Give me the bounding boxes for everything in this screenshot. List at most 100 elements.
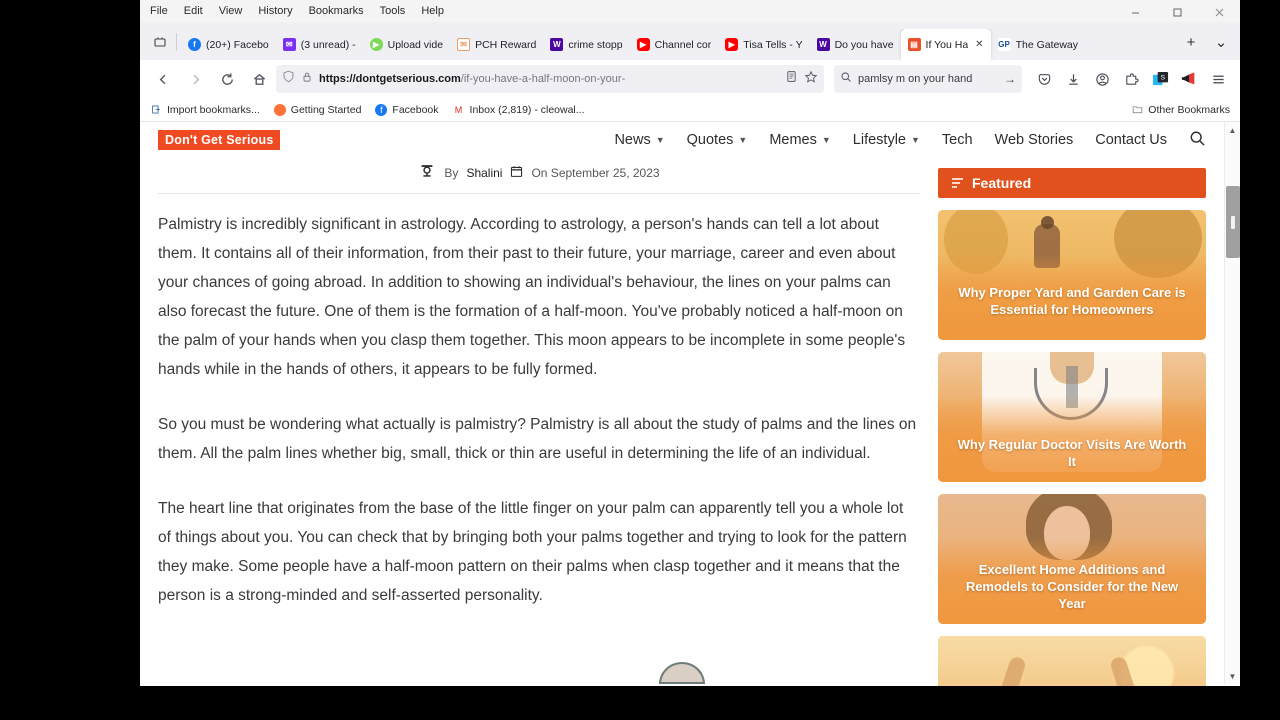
site-navigation: News ▼ Quotes ▼ Memes ▼ Lifestyle ▼ Tech… [614,130,1224,151]
content-wrapper: By Shalini On September 25, 2023 Palmist… [140,158,1224,686]
scrollbar-track[interactable] [1225,138,1240,668]
page-scrollbar[interactable]: ▲ ▼ [1224,122,1240,684]
bookmark-label: Import bookmarks... [167,103,260,116]
page-viewport: Don't Get Serious News ▼ Quotes ▼ Memes [140,122,1240,686]
scrollbar-thumb[interactable] [1226,186,1240,258]
tab-do-you-have[interactable]: W Do you have [810,29,901,60]
menu-item-history[interactable]: History [258,5,292,17]
chevron-down-icon: ▼ [738,135,748,145]
firefox-icon [273,103,286,116]
maximize-icon[interactable] [1156,0,1198,24]
article-paragraph: Palmistry is incredibly significant in a… [158,216,906,378]
nav-item-quotes[interactable]: Quotes ▼ [687,132,748,148]
tab-label: Upload vide [387,38,444,51]
nav-item-contact-us[interactable]: Contact Us [1095,132,1167,148]
tab-channel[interactable]: ▶ Channel cor [630,29,719,60]
addon-badge-icon[interactable]: S [1146,65,1174,93]
search-bar[interactable]: pamlsy m on your hand → [834,65,1022,93]
nav-label: Contact Us [1095,132,1167,148]
tab-mail[interactable]: ✉ (3 unread) - [276,29,363,60]
featured-card-title: Excellent Home Additions and Remodels to… [965,562,1179,611]
url-text[interactable]: https://dontgetserious.com/if-you-have-a… [319,73,779,85]
menu-item-edit[interactable]: Edit [184,5,203,17]
featured-card[interactable]: Excellent Home Additions and Remodels to… [938,494,1206,624]
nav-item-web-stories[interactable]: Web Stories [995,132,1074,148]
scroll-up-icon[interactable]: ▲ [1225,122,1241,138]
tab-gateway[interactable]: GP The Gateway [991,29,1085,60]
bookmark-inbox[interactable]: M Inbox (2,819) - cleowal... [452,103,585,116]
extensions-icon[interactable] [1117,65,1145,93]
nav-label: Tech [941,132,973,148]
youtube-icon: ▶ [725,38,739,51]
new-tab-button[interactable]: + [1176,27,1206,57]
site-logo[interactable]: Don't Get Serious [158,130,281,150]
menu-bar: File Edit View History Bookmarks Tools H… [140,0,1240,24]
menu-item-file[interactable]: File [150,5,168,17]
bookmark-getting-started[interactable]: Getting Started [273,103,361,116]
menu-item-help[interactable]: Help [421,5,444,17]
featured-card[interactable] [938,636,1206,686]
nav-item-memes[interactable]: Memes ▼ [769,132,830,148]
bookmarks-bar: Import bookmarks... Getting Started f Fa… [140,98,1240,122]
site-search-icon[interactable] [1189,130,1206,151]
menu-icon[interactable] [1204,65,1232,93]
page-content: Don't Get Serious News ▼ Quotes ▼ Memes [140,122,1224,686]
tab-upload-video[interactable]: ▶ Upload vide [363,29,450,60]
svg-text:S: S [1160,74,1165,81]
tab-label: If You Ha [925,38,969,51]
address-bar[interactable]: https://dontgetserious.com/if-you-have-a… [276,65,824,93]
bookmark-label: Inbox (2,819) - cleowal... [469,103,585,116]
reload-button[interactable] [212,64,242,94]
back-button[interactable] [148,64,178,94]
facebook-icon: f [188,38,201,51]
shield-icon[interactable] [282,70,295,88]
chevron-down-icon: ▼ [910,135,920,145]
article: By Shalini On September 25, 2023 Palmist… [158,158,920,686]
forward-button[interactable] [180,64,210,94]
featured-card[interactable]: Why Proper Yard and Garden Care is Essen… [938,210,1206,340]
list-all-tabs-icon[interactable] [146,27,174,57]
nav-item-news[interactable]: News ▼ [614,132,664,148]
nav-item-lifestyle[interactable]: Lifestyle ▼ [853,132,920,148]
home-button[interactable] [244,64,274,94]
tab-pch-rewards[interactable]: ✉ PCH Reward [450,29,543,60]
tab-if-you-have-active[interactable]: ▤ If You Ha ✕ [900,29,991,60]
divider [158,193,920,194]
pocket-icon[interactable] [1030,65,1058,93]
close-icon[interactable] [1198,0,1240,24]
account-icon[interactable] [1088,65,1116,93]
nav-item-tech[interactable]: Tech [942,132,973,148]
menu-item-view[interactable]: View [219,5,243,17]
bookmark-import[interactable]: Import bookmarks... [150,103,260,116]
reader-view-icon[interactable] [785,70,798,88]
search-go-icon[interactable]: → [1004,72,1016,86]
other-bookmarks[interactable]: Other Bookmarks [1131,103,1230,116]
featured-card[interactable]: Why Regular Doctor Visits Are Worth It [938,352,1206,482]
menu-item-tools[interactable]: Tools [380,5,406,17]
download-icon[interactable] [1059,65,1087,93]
list-icon [952,178,963,188]
megaphone-icon[interactable] [1175,65,1203,93]
navigation-toolbar: https://dontgetserious.com/if-you-have-a… [140,60,1240,98]
tab-label: PCH Reward [475,38,537,51]
lock-icon[interactable] [301,70,313,88]
nav-label: Lifestyle [852,132,906,148]
close-tab-icon[interactable]: ✕ [973,39,983,50]
sidebar: Featured Why Proper Yard and Garden Care… [938,158,1206,686]
tab-facebook[interactable]: f (20+) Facebo [181,29,276,60]
bookmark-facebook[interactable]: f Facebook [375,103,439,116]
menu-item-bookmarks[interactable]: Bookmarks [309,5,364,17]
minimize-icon[interactable] [1114,0,1156,24]
w-icon: W [816,38,830,51]
chevron-down-icon[interactable]: ⌄ [1206,27,1236,57]
tab-crime-stoppers[interactable]: W crime stopp [543,29,629,60]
star-icon[interactable] [804,70,818,89]
scroll-down-icon[interactable]: ▼ [1225,668,1241,684]
facebook-icon: f [375,103,388,116]
tab-tisa-tells[interactable]: ▶ Tisa Tells - Y [718,29,809,60]
featured-card-title: Why Proper Yard and Garden Care is Essen… [958,285,1186,317]
search-input[interactable]: pamlsy m on your hand [858,73,998,85]
tab-label: The Gateway [1015,38,1079,51]
chevron-down-icon: ▼ [655,135,665,145]
author-name[interactable]: Shalini [466,166,502,180]
